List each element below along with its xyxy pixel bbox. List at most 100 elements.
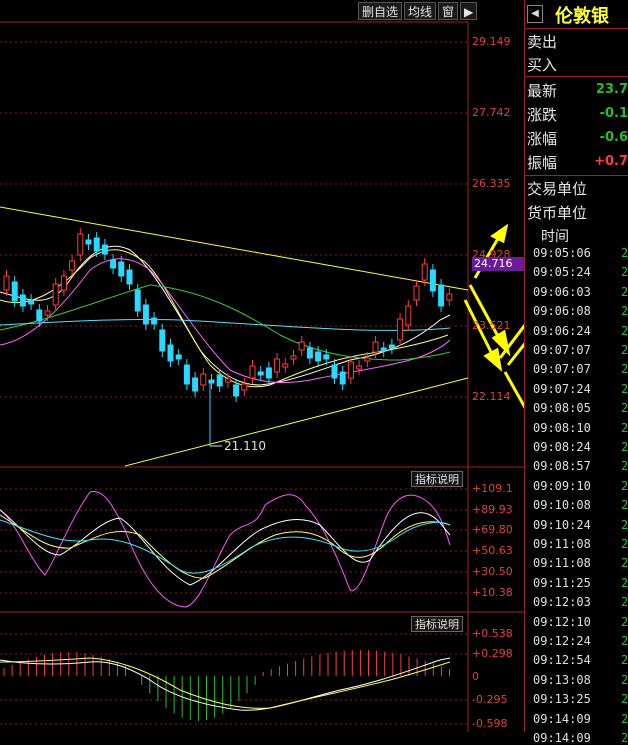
- candle-body: [77, 233, 84, 256]
- candle-body: [388, 344, 395, 349]
- candle-body: [216, 374, 223, 387]
- trade-time: 09:10:08: [533, 498, 591, 513]
- candle-body: [347, 361, 354, 379]
- trade-time: 09:06:08: [533, 304, 591, 319]
- candle-body: [380, 347, 387, 352]
- trade-time: 09:13:25: [533, 692, 591, 707]
- candle-body: [85, 239, 92, 245]
- macd-dif: [0, 657, 451, 711]
- trade-time: 09:11:08: [533, 537, 591, 551]
- trade-price: 2: [621, 575, 628, 590]
- ma-magenta: [0, 258, 451, 384]
- trade-time: 09:05:06: [533, 246, 591, 260]
- candle-body: [126, 269, 133, 285]
- trade-time: 09:09:10: [533, 478, 591, 493]
- candle-body: [110, 259, 117, 269]
- trade-time: 09:05:24: [533, 265, 591, 280]
- trade-price: 2: [621, 246, 628, 260]
- candle-body: [28, 299, 35, 305]
- trade-price: 2: [621, 440, 628, 454]
- candle-body: [151, 317, 158, 325]
- trade-time: 09:06:03: [533, 284, 591, 299]
- candle-body: [44, 310, 51, 316]
- trade-price: 2: [621, 498, 628, 513]
- indicator-explain-button[interactable]: 指标说明: [411, 471, 463, 487]
- candle-body: [446, 293, 453, 301]
- trade-time: 09:10:24: [533, 517, 591, 532]
- stock-name: 伦敦银: [555, 6, 609, 27]
- candle-body: [183, 364, 190, 385]
- candle-body: [331, 364, 338, 379]
- quote-panel: ◀ 伦敦银 卖出 买入 最新 23.7 涨跌 -0.1 涨幅 -0.6 振幅 +…: [524, 0, 628, 745]
- candle-body: [3, 275, 10, 291]
- stock-title-bar: ◀ 伦敦银: [525, 2, 628, 27]
- trade-time: 09:08:24: [533, 440, 591, 454]
- candle-body: [282, 363, 289, 368]
- candle-body: [175, 354, 182, 360]
- ma-cyan: [0, 318, 451, 331]
- candle-body: [298, 341, 305, 351]
- candle-body: [274, 358, 281, 373]
- trade-price: 2: [621, 595, 628, 610]
- time-column-header: 时间: [541, 229, 569, 245]
- candle-body: [142, 304, 149, 325]
- candle-body: [429, 269, 436, 292]
- candle-body: [249, 365, 256, 379]
- trade-time: 09:08:57: [533, 459, 591, 474]
- candle-body: [134, 289, 141, 312]
- quote-label-sell: 卖出: [527, 33, 558, 51]
- candle-body: [11, 281, 18, 302]
- quote-label-currency: 货币单位: [527, 204, 588, 222]
- trade-price: 2: [621, 284, 628, 299]
- trade-time: 09:11:25: [533, 575, 591, 590]
- quote-value-amplitude: +0.7: [594, 154, 628, 169]
- trade-time: 09:07:24: [533, 381, 591, 396]
- candle-body: [315, 351, 322, 362]
- trade-price: 2: [621, 711, 628, 726]
- candle-body: [200, 373, 207, 386]
- trade-price: 2: [621, 420, 628, 435]
- candle-body: [306, 347, 313, 359]
- trade-price: 2: [621, 265, 628, 280]
- trade-price: 2: [621, 343, 628, 357]
- candle-body: [265, 367, 272, 379]
- low-price-marker: 21.110: [224, 439, 266, 453]
- candle-body: [19, 294, 26, 307]
- trade-time: 09:07:07: [533, 362, 591, 377]
- candle-body: [323, 354, 330, 360]
- trade-price: 2: [621, 537, 628, 551]
- candle-body: [233, 384, 240, 397]
- trade-time: 09:08:05: [533, 401, 591, 416]
- kdj-white: [0, 509, 451, 586]
- candle-body: [397, 318, 404, 341]
- trade-price: 2: [621, 362, 628, 377]
- candle-body: [118, 261, 125, 277]
- back-arrow-icon[interactable]: ◀: [527, 5, 543, 23]
- candle-body: [192, 377, 199, 392]
- support-trendline: [124, 377, 469, 467]
- trade-price: 2: [621, 692, 628, 707]
- candle-body: [159, 329, 166, 352]
- quote-label-change: 涨跌: [527, 106, 558, 124]
- trade-time: 09:13:08: [533, 672, 591, 687]
- trade-time: 09:07:07: [533, 343, 591, 357]
- quote-value-pct: -0.6: [599, 130, 628, 145]
- trade-price: 2: [621, 478, 628, 493]
- current-price-tag: 24.716: [472, 257, 524, 271]
- candle-body: [339, 371, 346, 385]
- macd-histogram: [3, 650, 450, 721]
- trade-price: 2: [621, 323, 628, 338]
- quote-label-last: 最新: [527, 82, 558, 100]
- candlesticks: [3, 228, 453, 446]
- trade-time: 09:12:03: [533, 595, 591, 610]
- trade-price: 2: [621, 653, 628, 668]
- trade-price: 2: [621, 304, 628, 319]
- indicator-explain-button-2[interactable]: 指标说明: [411, 616, 463, 632]
- trade-time: 09:06:24: [533, 323, 591, 338]
- quote-value-last: 23.7: [595, 82, 628, 97]
- candle-body: [438, 284, 445, 307]
- candle-body: [257, 371, 264, 376]
- trade-time: 09:12:10: [533, 614, 591, 629]
- trade-price: 2: [621, 381, 628, 396]
- trade-price: 2: [621, 517, 628, 532]
